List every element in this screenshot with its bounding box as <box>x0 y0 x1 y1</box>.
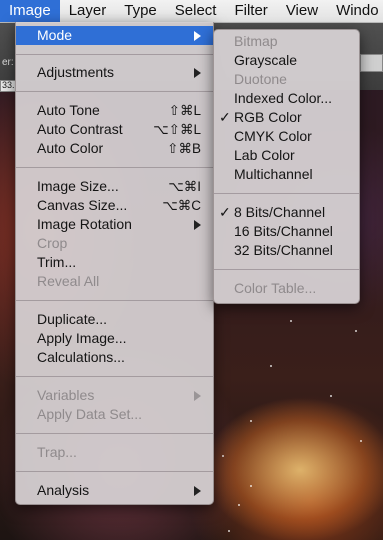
menu-separator <box>16 54 213 55</box>
menu-item-label: Canvas Size... <box>37 197 128 213</box>
checkmark-icon: ✓ <box>219 204 231 220</box>
menu-item-canvas-size[interactable]: Canvas Size... ⌥⌘C <box>16 196 213 215</box>
menu-image[interactable]: Image <box>0 0 60 22</box>
menu-item-label: Calculations... <box>37 349 125 365</box>
mode-grayscale[interactable]: Grayscale <box>214 51 359 70</box>
submenu-arrow-icon <box>194 68 201 78</box>
menu-item-auto-tone[interactable]: Auto Tone ⇧⌘L <box>16 101 213 120</box>
menu-item-trim[interactable]: Trim... <box>16 253 213 272</box>
menu-bar: Image Layer Type Select Filter View Wind… <box>0 0 383 23</box>
submenu-item-label: 8 Bits/Channel <box>234 204 326 220</box>
menu-item-apply-data-set[interactable]: Apply Data Set... <box>16 405 213 424</box>
mode-lab-color[interactable]: Lab Color <box>214 146 359 165</box>
menu-item-adjustments[interactable]: Adjustments <box>16 63 213 82</box>
mode-16-bits[interactable]: 16 Bits/Channel <box>214 222 359 241</box>
menu-item-image-rotation[interactable]: Image Rotation <box>16 215 213 234</box>
shortcut-label: ⌥⌘C <box>162 198 201 213</box>
submenu-arrow-icon <box>194 220 201 230</box>
menu-separator <box>16 167 213 168</box>
menu-item-label: Auto Color <box>37 140 104 156</box>
submenu-item-label: Indexed Color... <box>234 90 333 106</box>
menu-item-image-size[interactable]: Image Size... ⌥⌘I <box>16 177 213 196</box>
menu-item-label: Image Size... <box>37 178 119 194</box>
menu-item-variables[interactable]: Variables <box>16 386 213 405</box>
menu-item-mode[interactable]: Mode <box>16 26 213 45</box>
menu-item-trap[interactable]: Trap... <box>16 443 213 462</box>
mode-cmyk-color[interactable]: CMYK Color <box>214 127 359 146</box>
menu-item-reveal-all[interactable]: Reveal All <box>16 272 213 291</box>
submenu-separator <box>214 193 359 194</box>
menu-type[interactable]: Type <box>115 0 166 22</box>
submenu-item-label: CMYK Color <box>234 128 312 144</box>
menu-item-auto-color[interactable]: Auto Color ⇧⌘B <box>16 139 213 158</box>
shortcut-label: ⌥⇧⌘L <box>153 122 201 137</box>
menu-item-apply-image[interactable]: Apply Image... <box>16 329 213 348</box>
submenu-item-label: Bitmap <box>234 33 278 49</box>
mode-8-bits[interactable]: ✓ 8 Bits/Channel <box>214 203 359 222</box>
submenu-item-label: 32 Bits/Channel <box>234 242 333 258</box>
menu-item-label: Adjustments <box>37 64 115 80</box>
menu-item-duplicate[interactable]: Duplicate... <box>16 310 213 329</box>
mode-multichannel[interactable]: Multichannel <box>214 165 359 184</box>
menu-item-calculations[interactable]: Calculations... <box>16 348 213 367</box>
menu-filter[interactable]: Filter <box>225 0 276 22</box>
menu-select[interactable]: Select <box>166 0 226 22</box>
menu-item-label: Analysis <box>37 482 90 498</box>
submenu-item-label: RGB Color <box>234 109 302 125</box>
menu-item-auto-contrast[interactable]: Auto Contrast ⌥⇧⌘L <box>16 120 213 139</box>
menu-item-crop[interactable]: Crop <box>16 234 213 253</box>
submenu-arrow-icon <box>194 391 201 401</box>
menu-item-label: Auto Contrast <box>37 121 123 137</box>
mode-rgb-color[interactable]: ✓ RGB Color <box>214 108 359 127</box>
menu-item-label: Apply Image... <box>37 330 127 346</box>
menu-separator <box>16 300 213 301</box>
menu-item-label: Mode <box>37 27 73 43</box>
submenu-item-label: Lab Color <box>234 147 295 163</box>
menu-item-label: Crop <box>37 235 68 251</box>
mode-duotone[interactable]: Duotone <box>214 70 359 89</box>
menu-item-label: Reveal All <box>37 273 100 289</box>
options-label-fragment: er: <box>2 57 14 68</box>
submenu-arrow-icon <box>194 31 201 41</box>
menu-separator <box>16 433 213 434</box>
menu-window[interactable]: Windo <box>327 0 383 22</box>
shortcut-label: ⇧⌘B <box>167 141 201 156</box>
mode-32-bits[interactable]: 32 Bits/Channel <box>214 241 359 260</box>
shortcut-label: ⇧⌘L <box>168 103 201 118</box>
shortcut-label: ⌥⌘I <box>168 179 201 194</box>
menu-item-label: Variables <box>37 387 95 403</box>
menu-layer[interactable]: Layer <box>60 0 116 22</box>
menu-item-label: Trap... <box>37 444 77 460</box>
menu-separator <box>16 376 213 377</box>
menu-item-analysis[interactable]: Analysis <box>16 481 213 500</box>
submenu-item-label: 16 Bits/Channel <box>234 223 333 239</box>
zoom-field: 33. <box>0 80 16 92</box>
submenu-arrow-icon <box>194 486 201 496</box>
submenu-separator <box>214 269 359 270</box>
menu-view[interactable]: View <box>277 0 327 22</box>
mode-bitmap[interactable]: Bitmap <box>214 32 359 51</box>
menu-item-label: Duplicate... <box>37 311 108 327</box>
submenu-item-label: Grayscale <box>234 52 298 68</box>
menu-item-label: Image Rotation <box>37 216 132 232</box>
arrange-icon[interactable] <box>360 54 383 72</box>
menu-item-label: Apply Data Set... <box>37 406 143 422</box>
zoom-fragment: 33. <box>2 80 15 90</box>
menu-separator <box>16 471 213 472</box>
image-menu-dropdown: Mode Adjustments Auto Tone ⇧⌘L Auto Cont… <box>15 22 214 505</box>
menu-item-label: Auto Tone <box>37 102 100 118</box>
submenu-item-label: Color Table... <box>234 280 317 296</box>
menu-separator <box>16 91 213 92</box>
checkmark-icon: ✓ <box>219 109 231 125</box>
menu-item-label: Trim... <box>37 254 77 270</box>
submenu-item-label: Duotone <box>234 71 287 87</box>
submenu-item-label: Multichannel <box>234 166 313 182</box>
mode-submenu: Bitmap Grayscale Duotone Indexed Color..… <box>213 29 360 304</box>
mode-indexed-color[interactable]: Indexed Color... <box>214 89 359 108</box>
mode-color-table[interactable]: Color Table... <box>214 279 359 298</box>
